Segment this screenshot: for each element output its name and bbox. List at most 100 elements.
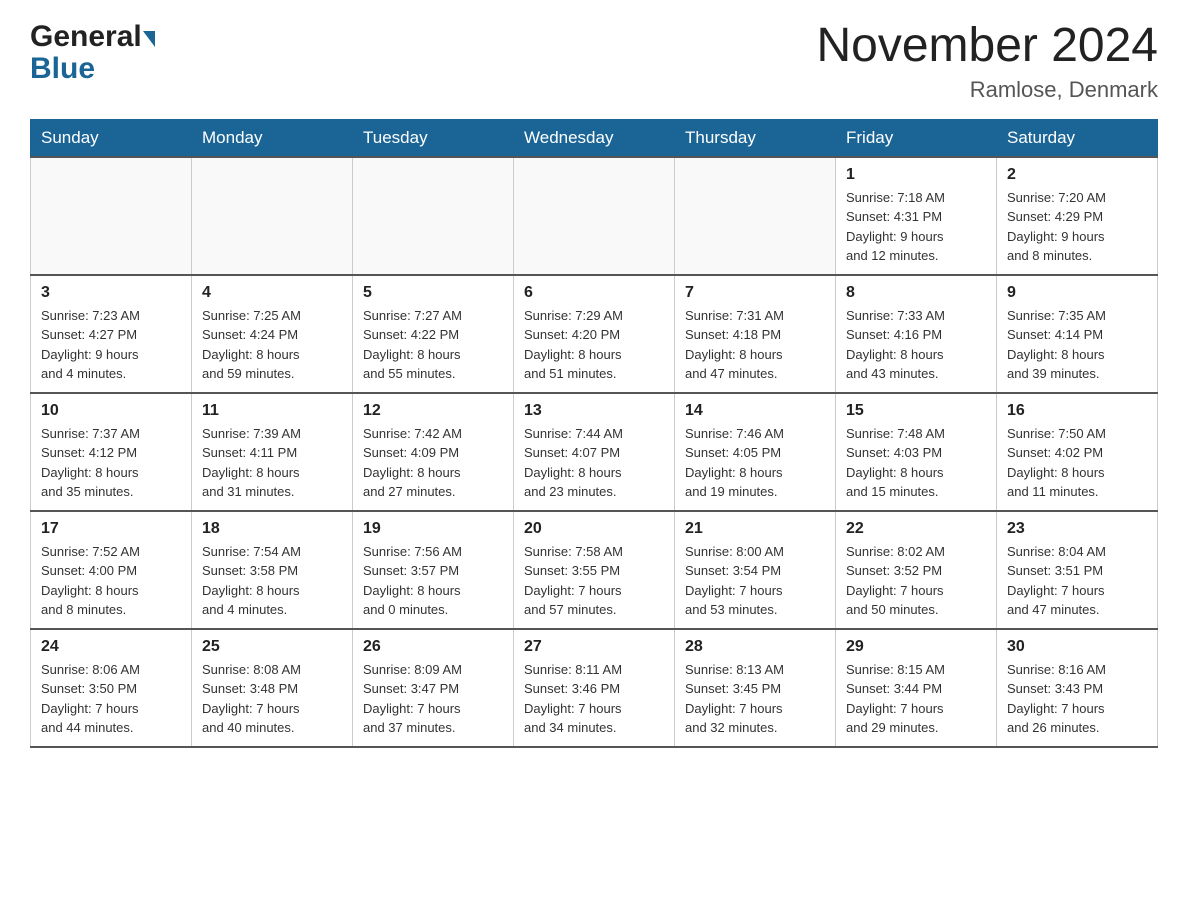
calendar-cell: 1 Sunrise: 7:18 AMSunset: 4:31 PMDaylight…	[836, 157, 997, 275]
day-number: 28	[685, 638, 825, 656]
calendar-cell: 4Sunrise: 7:25 AMSunset: 4:24 PMDaylight…	[192, 275, 353, 393]
day-info: Sunrise: 7:42 AMSunset: 4:09 PMDaylight:…	[363, 424, 503, 502]
day-info: Sunrise: 7:33 AMSunset: 4:16 PMDaylight:…	[846, 306, 986, 384]
calendar-cell: 8 Sunrise: 7:33 AMSunset: 4:16 PMDaylight…	[836, 275, 997, 393]
day-number: 11	[202, 402, 342, 420]
day-number: 22	[846, 520, 986, 538]
calendar-cell: 28 Sunrise: 8:13 AMSunset: 3:45 PMDayligh…	[675, 629, 836, 747]
day-info: Sunrise: 7:54 AMSunset: 3:58 PMDaylight:…	[202, 542, 342, 620]
day-number: 14	[685, 402, 825, 420]
day-number: 8	[846, 284, 986, 302]
calendar-cell	[514, 157, 675, 275]
day-number: 19	[363, 520, 503, 538]
calendar-week-2: 3Sunrise: 7:23 AMSunset: 4:27 PMDaylight…	[31, 275, 1158, 393]
day-info: Sunrise: 8:13 AMSunset: 3:45 PMDaylight:…	[685, 660, 825, 738]
calendar-cell	[675, 157, 836, 275]
day-number: 9	[1007, 284, 1147, 302]
calendar-cell: 25 Sunrise: 8:08 AMSunset: 3:48 PMDayligh…	[192, 629, 353, 747]
day-number: 6	[524, 284, 664, 302]
calendar-cell: 24Sunrise: 8:06 AMSunset: 3:50 PMDayligh…	[31, 629, 192, 747]
calendar-cell: 16 Sunrise: 7:50 AMSunset: 4:02 PMDayligh…	[997, 393, 1158, 511]
day-info: Sunrise: 7:37 AMSunset: 4:12 PMDaylight:…	[41, 424, 181, 502]
calendar-cell: 15 Sunrise: 7:48 AMSunset: 4:03 PMDayligh…	[836, 393, 997, 511]
day-info: Sunrise: 7:50 AMSunset: 4:02 PMDaylight:…	[1007, 424, 1147, 502]
day-info: Sunrise: 7:52 AMSunset: 4:00 PMDaylight:…	[41, 542, 181, 620]
day-info: Sunrise: 7:18 AMSunset: 4:31 PMDaylight:…	[846, 188, 986, 266]
calendar-cell: 7 Sunrise: 7:31 AMSunset: 4:18 PMDaylight…	[675, 275, 836, 393]
weekday-header-wednesday: Wednesday	[514, 119, 675, 157]
day-number: 17	[41, 520, 181, 538]
day-number: 27	[524, 638, 664, 656]
day-info: Sunrise: 8:08 AMSunset: 3:48 PMDaylight:…	[202, 660, 342, 738]
calendar-cell: 27 Sunrise: 8:11 AMSunset: 3:46 PMDayligh…	[514, 629, 675, 747]
day-number: 1	[846, 166, 986, 184]
day-info: Sunrise: 7:25 AMSunset: 4:24 PMDaylight:…	[202, 306, 342, 384]
day-number: 23	[1007, 520, 1147, 538]
calendar-cell: 5 Sunrise: 7:27 AMSunset: 4:22 PMDaylight…	[353, 275, 514, 393]
day-number: 29	[846, 638, 986, 656]
day-info: Sunrise: 8:09 AMSunset: 3:47 PMDaylight:…	[363, 660, 503, 738]
calendar-cell: 22 Sunrise: 8:02 AMSunset: 3:52 PMDayligh…	[836, 511, 997, 629]
logo-triangle-icon	[143, 31, 155, 47]
page-header: General Blue November 2024 Ramlose, Denm…	[30, 20, 1158, 103]
calendar-cell: 30 Sunrise: 8:16 AMSunset: 3:43 PMDayligh…	[997, 629, 1158, 747]
day-number: 5	[363, 284, 503, 302]
calendar-cell: 13Sunrise: 7:44 AMSunset: 4:07 PMDayligh…	[514, 393, 675, 511]
calendar-cell: 2Sunrise: 7:20 AMSunset: 4:29 PMDaylight…	[997, 157, 1158, 275]
calendar-cell: 18 Sunrise: 7:54 AMSunset: 3:58 PMDayligh…	[192, 511, 353, 629]
calendar-cell: 14 Sunrise: 7:46 AMSunset: 4:05 PMDayligh…	[675, 393, 836, 511]
day-number: 16	[1007, 402, 1147, 420]
calendar-week-4: 17 Sunrise: 7:52 AMSunset: 4:00 PMDayligh…	[31, 511, 1158, 629]
location: Ramlose, Denmark	[816, 77, 1158, 103]
day-info: Sunrise: 7:20 AMSunset: 4:29 PMDaylight:…	[1007, 188, 1147, 266]
day-number: 26	[363, 638, 503, 656]
logo-blue: Blue	[30, 52, 95, 86]
calendar-cell	[192, 157, 353, 275]
day-info: Sunrise: 8:15 AMSunset: 3:44 PMDaylight:…	[846, 660, 986, 738]
month-title: November 2024	[816, 20, 1158, 73]
day-number: 24	[41, 638, 181, 656]
day-info: Sunrise: 7:31 AMSunset: 4:18 PMDaylight:…	[685, 306, 825, 384]
day-info: Sunrise: 7:46 AMSunset: 4:05 PMDaylight:…	[685, 424, 825, 502]
calendar-cell: 11 Sunrise: 7:39 AMSunset: 4:11 PMDayligh…	[192, 393, 353, 511]
weekday-header-friday: Friday	[836, 119, 997, 157]
day-number: 7	[685, 284, 825, 302]
day-number: 15	[846, 402, 986, 420]
day-info: Sunrise: 8:16 AMSunset: 3:43 PMDaylight:…	[1007, 660, 1147, 738]
logo: General Blue	[30, 20, 155, 86]
day-info: Sunrise: 7:39 AMSunset: 4:11 PMDaylight:…	[202, 424, 342, 502]
weekday-header-saturday: Saturday	[997, 119, 1158, 157]
day-info: Sunrise: 8:00 AMSunset: 3:54 PMDaylight:…	[685, 542, 825, 620]
calendar-cell: 9 Sunrise: 7:35 AMSunset: 4:14 PMDaylight…	[997, 275, 1158, 393]
day-info: Sunrise: 7:56 AMSunset: 3:57 PMDaylight:…	[363, 542, 503, 620]
calendar-cell: 10Sunrise: 7:37 AMSunset: 4:12 PMDayligh…	[31, 393, 192, 511]
day-number: 25	[202, 638, 342, 656]
calendar-cell: 23 Sunrise: 8:04 AMSunset: 3:51 PMDayligh…	[997, 511, 1158, 629]
day-number: 18	[202, 520, 342, 538]
calendar-cell: 3Sunrise: 7:23 AMSunset: 4:27 PMDaylight…	[31, 275, 192, 393]
calendar-week-3: 10Sunrise: 7:37 AMSunset: 4:12 PMDayligh…	[31, 393, 1158, 511]
calendar-cell: 29 Sunrise: 8:15 AMSunset: 3:44 PMDayligh…	[836, 629, 997, 747]
day-info: Sunrise: 8:02 AMSunset: 3:52 PMDaylight:…	[846, 542, 986, 620]
day-info: Sunrise: 7:48 AMSunset: 4:03 PMDaylight:…	[846, 424, 986, 502]
day-number: 30	[1007, 638, 1147, 656]
calendar-cell	[31, 157, 192, 275]
day-info: Sunrise: 8:11 AMSunset: 3:46 PMDaylight:…	[524, 660, 664, 738]
weekday-header-tuesday: Tuesday	[353, 119, 514, 157]
day-info: Sunrise: 7:23 AMSunset: 4:27 PMDaylight:…	[41, 306, 181, 384]
day-info: Sunrise: 7:27 AMSunset: 4:22 PMDaylight:…	[363, 306, 503, 384]
title-block: November 2024 Ramlose, Denmark	[816, 20, 1158, 103]
calendar-cell: 20Sunrise: 7:58 AMSunset: 3:55 PMDayligh…	[514, 511, 675, 629]
calendar-week-1: 1 Sunrise: 7:18 AMSunset: 4:31 PMDaylight…	[31, 157, 1158, 275]
calendar-cell: 26 Sunrise: 8:09 AMSunset: 3:47 PMDayligh…	[353, 629, 514, 747]
day-info: Sunrise: 7:35 AMSunset: 4:14 PMDaylight:…	[1007, 306, 1147, 384]
calendar-cell: 12Sunrise: 7:42 AMSunset: 4:09 PMDayligh…	[353, 393, 514, 511]
day-number: 21	[685, 520, 825, 538]
calendar-cell: 6Sunrise: 7:29 AMSunset: 4:20 PMDaylight…	[514, 275, 675, 393]
day-info: Sunrise: 7:58 AMSunset: 3:55 PMDaylight:…	[524, 542, 664, 620]
weekday-header-monday: Monday	[192, 119, 353, 157]
weekday-header-sunday: Sunday	[31, 119, 192, 157]
day-info: Sunrise: 8:04 AMSunset: 3:51 PMDaylight:…	[1007, 542, 1147, 620]
calendar-cell: 19 Sunrise: 7:56 AMSunset: 3:57 PMDayligh…	[353, 511, 514, 629]
weekday-header-row: SundayMondayTuesdayWednesdayThursdayFrid…	[31, 119, 1158, 157]
